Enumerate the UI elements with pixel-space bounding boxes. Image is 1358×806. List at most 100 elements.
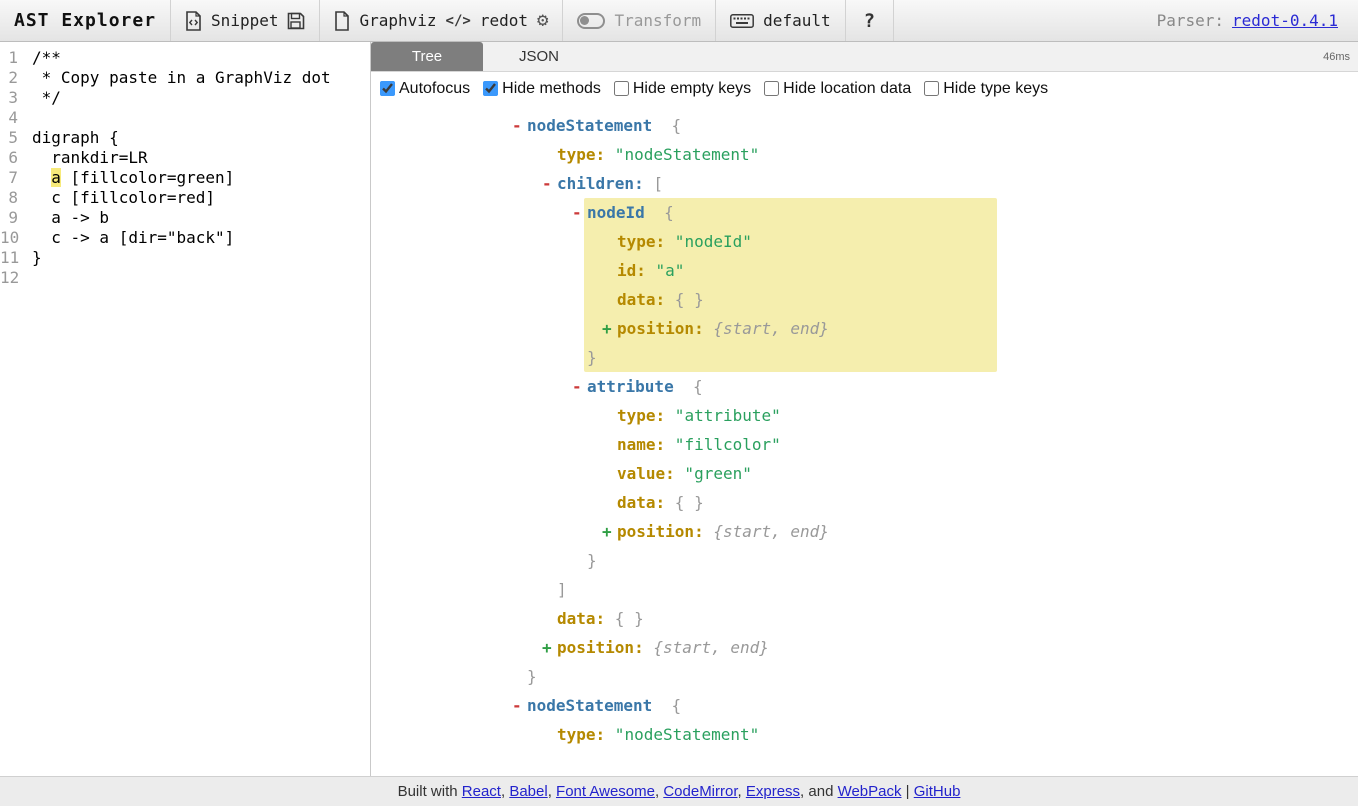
tree-row[interactable]: value: "green" [371,459,1358,488]
node-key: value: [617,464,675,483]
node-value: { } [665,290,704,309]
tree-row[interactable]: type: "attribute" [371,401,1358,430]
file-code-icon[interactable] [185,11,202,31]
checkbox-hide-type-keys[interactable] [924,81,939,96]
ast-panel: TreeJSON 46ms AutofocusHide methodsHide … [371,42,1358,776]
footer-link-github[interactable]: GitHub [914,783,961,800]
tree-row[interactable]: +position: {start, end} [371,314,1358,343]
tree-options-bar: Autofocus Hide methods Hide empty keys Hide… [371,72,1358,105]
code-text: /** [26,48,61,68]
option-autofocus[interactable]: Autofocus [380,80,470,98]
checkbox-hide-empty-keys[interactable] [614,81,629,96]
line-number: 7 [0,168,26,188]
line-number: 8 [0,188,26,208]
editor-line[interactable]: 1/** [0,48,370,68]
tree-row[interactable]: } [371,343,1358,372]
option-hide-type-keys[interactable]: Hide type keys [924,80,1048,98]
editor-line[interactable]: 12 [0,268,370,288]
editor-line[interactable]: 3 */ [0,88,370,108]
option-label: Hide type keys [943,80,1048,98]
editor-line[interactable]: 8 c [fillcolor=red] [0,188,370,208]
transform-toggle[interactable]: Transform [614,11,701,30]
code-segment [32,168,51,187]
tree-row[interactable]: data: { } [371,488,1358,517]
tree-row[interactable]: +position: {start, end} [371,517,1358,546]
help-group: ? [846,0,894,41]
editor-line[interactable]: 5digraph { [0,128,370,148]
parser-button[interactable]: redot [480,11,528,30]
tab-tree[interactable]: Tree [371,42,483,71]
tree-row[interactable]: name: "fillcolor" [371,430,1358,459]
tree-row[interactable]: id: "a" [371,256,1358,285]
collapse-toggle[interactable]: - [512,111,527,140]
expand-toggle[interactable]: + [602,314,617,343]
option-hide-empty-keys[interactable]: Hide empty keys [614,80,751,98]
option-hide-methods[interactable]: Hide methods [483,80,601,98]
checkbox-hide-methods[interactable] [483,81,498,96]
editor-line[interactable]: 11} [0,248,370,268]
tree-row[interactable]: type: "nodeStatement" [371,140,1358,169]
collapse-toggle[interactable]: - [542,169,557,198]
category-button[interactable]: Graphviz [359,11,436,30]
help-button[interactable]: ? [860,10,879,32]
keybinding-button[interactable]: default [763,11,830,30]
toggle-off-icon[interactable] [577,13,605,29]
footer: Built with React, Babel, Font Awesome, C… [0,776,1358,806]
expand-toggle[interactable]: + [542,633,557,662]
parser-version-link[interactable]: redot-0.4.1 [1232,11,1338,30]
footer-link-codemirror[interactable]: CodeMirror [663,783,737,800]
option-label: Autofocus [399,80,470,98]
footer-link-font-awesome[interactable]: Font Awesome [556,783,655,800]
snippet-button[interactable]: Snippet [211,11,278,30]
snippet-group: Snippet [171,0,320,41]
tab-json[interactable]: JSON [483,42,595,71]
keyboard-icon[interactable] [730,14,754,28]
parser-info-group: Parser: redot-0.4.1 [1143,0,1358,41]
collapse-toggle[interactable]: - [572,372,587,401]
editor-line[interactable]: 6 rankdir=LR [0,148,370,168]
tree-row[interactable]: -nodeStatement { [371,691,1358,720]
code-text: digraph { [26,128,119,148]
tree-row[interactable]: data: { } [371,604,1358,633]
node-key: nodeStatement [527,116,652,135]
node-key: children: [557,174,644,193]
footer-text: , [548,783,556,800]
checkbox-hide-location-data[interactable] [764,81,779,96]
gear-icon[interactable]: ⚙ [537,11,548,30]
tree-row[interactable]: -children: [ [371,169,1358,198]
tree-row[interactable]: type: "nodeStatement" [371,720,1358,749]
save-icon[interactable] [287,12,305,30]
footer-link-express[interactable]: Express [746,783,800,800]
node-key: position: [557,638,644,657]
editor-line[interactable]: 10 c -> a [dir="back"] [0,228,370,248]
tree-row[interactable]: type: "nodeId" [371,227,1358,256]
code-text [26,268,32,288]
open-bracket: { [652,116,681,135]
option-hide-location-data[interactable]: Hide location data [764,80,911,98]
expand-toggle[interactable]: + [602,517,617,546]
file-icon[interactable] [334,11,350,31]
checkbox-autofocus[interactable] [380,81,395,96]
editor-line[interactable]: 9 a -> b [0,208,370,228]
tree-row[interactable]: -attribute { [371,372,1358,401]
tree-row[interactable]: -nodeId { [371,198,1358,227]
node-key: type: [557,145,605,164]
line-number: 10 [0,228,26,248]
tree-row[interactable]: } [371,662,1358,691]
code-segment: /** [32,48,61,67]
footer-link-babel[interactable]: Babel [509,783,547,800]
collapse-toggle[interactable]: - [572,198,587,227]
collapse-toggle[interactable]: - [512,691,527,720]
tree-row[interactable]: data: { } [371,285,1358,314]
node-value: {start, end} [644,638,769,657]
tree-row[interactable]: -nodeStatement { [371,111,1358,140]
footer-link-webpack[interactable]: WebPack [838,783,902,800]
code-editor[interactable]: 1/**2 * Copy paste in a GraphViz dot3 */… [0,42,371,776]
tree-row[interactable]: +position: {start, end} [371,633,1358,662]
editor-line[interactable]: 7 a [fillcolor=green] [0,168,370,188]
editor-line[interactable]: 2 * Copy paste in a GraphViz dot [0,68,370,88]
tree-row[interactable]: } [371,546,1358,575]
editor-line[interactable]: 4 [0,108,370,128]
tree-row[interactable]: ] [371,575,1358,604]
footer-link-react[interactable]: React [462,783,501,800]
